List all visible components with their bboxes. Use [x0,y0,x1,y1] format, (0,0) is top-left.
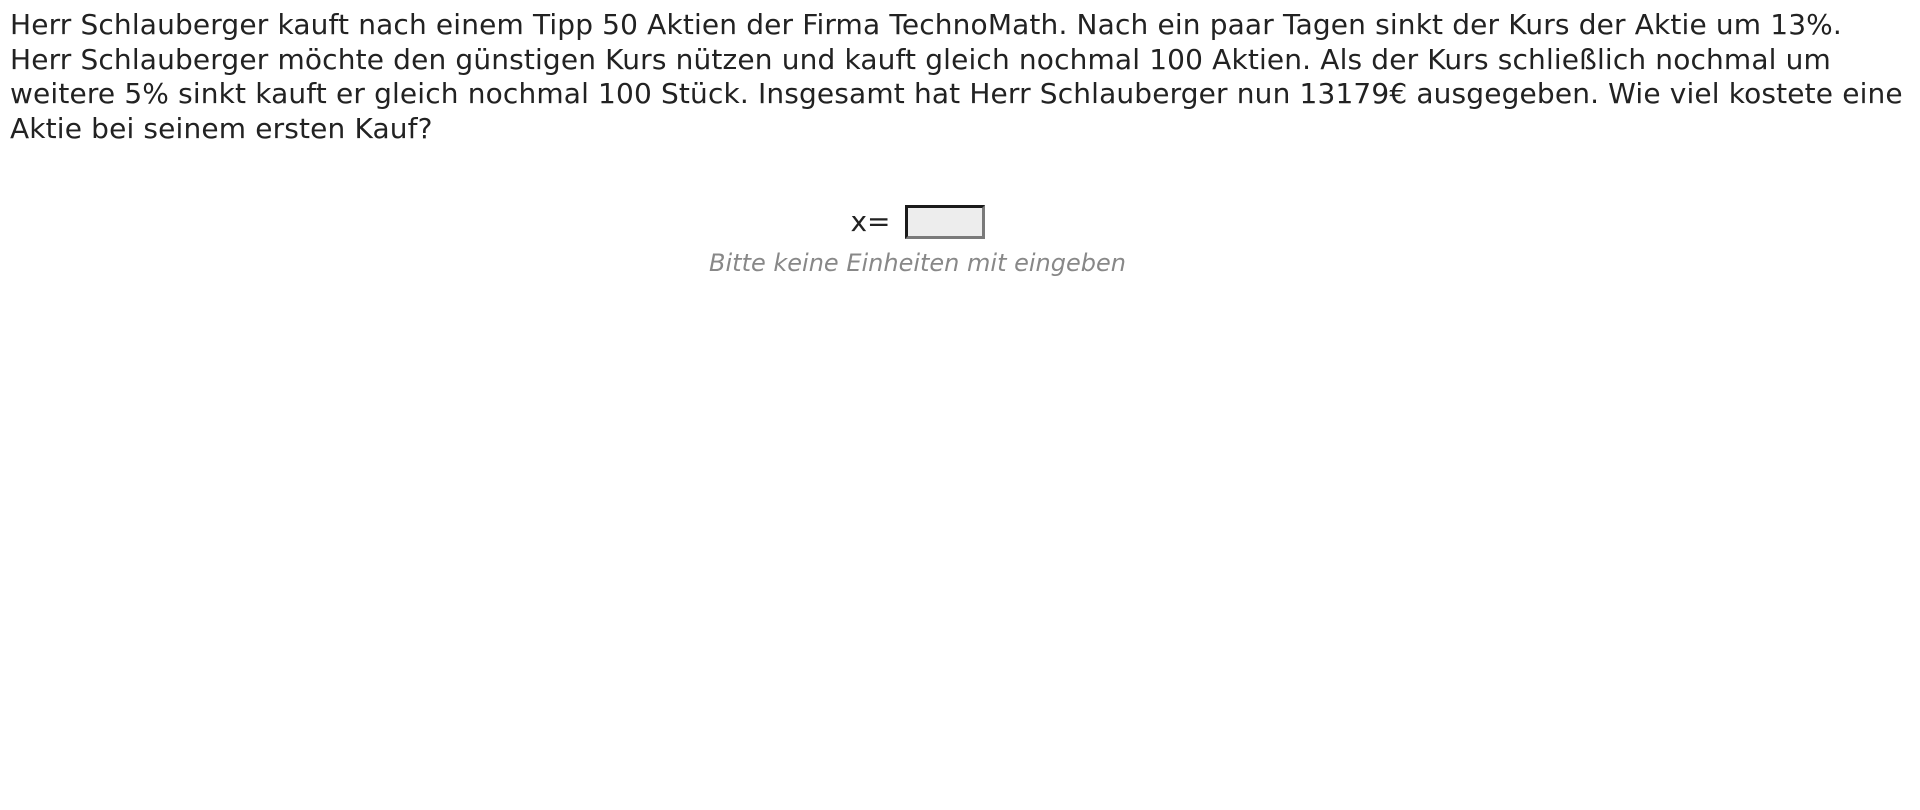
page: Herr Schlauberger kauft nach einem Tipp … [0,0,1920,810]
answer-input[interactable] [904,205,985,239]
answer-row: x= [0,205,1835,239]
answer-label: x= [850,205,891,238]
answer-hint: Bitte keine Einheiten mit eingeben [709,249,1126,277]
question-text: Herr Schlauberger kauft nach einem Tipp … [10,8,1903,145]
